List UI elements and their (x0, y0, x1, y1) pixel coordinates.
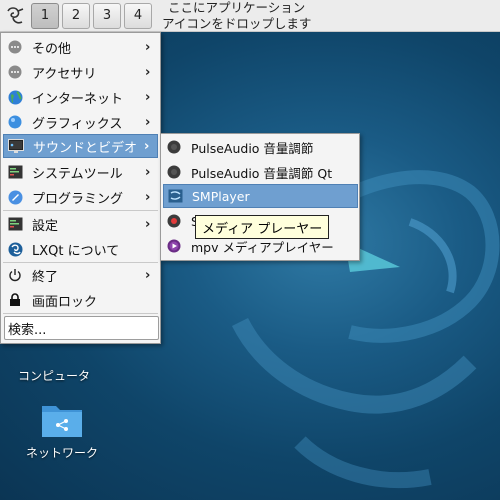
internet-globe-icon (7, 89, 23, 105)
menu-item-other[interactable]: その他 › (3, 35, 158, 59)
drop-hint-line1: ここにアプリケーション (168, 0, 306, 15)
speaker-icon (166, 164, 182, 180)
menu-item-label: サウンドとビデオ (33, 140, 138, 156)
settings-icon (7, 216, 23, 232)
lxqt-logo-icon (7, 241, 23, 257)
accessories-icon (7, 64, 23, 80)
chevron-right-icon: › (145, 114, 151, 130)
menu-item-internet[interactable]: インターネット › (3, 85, 158, 109)
menu-item-label: アクセサリ (32, 66, 97, 82)
desktop-icon-label: ネットワーク (25, 446, 98, 460)
menu-separator (3, 313, 158, 314)
mpv-icon (166, 238, 182, 254)
menu-item-label: プログラミング (32, 191, 124, 207)
menu-item-sound-video[interactable]: サウンドとビデオ › (3, 134, 158, 158)
menu-item-system-tools[interactable]: システムツール › (3, 160, 158, 184)
chevron-right-icon: › (145, 216, 151, 232)
drop-hint-line2: アイコンをドロップします (162, 15, 312, 31)
submenu-item-pulseaudio-volume[interactable]: PulseAudio 音量調節 (163, 135, 358, 159)
desktop-icon-network[interactable]: ネットワーク (17, 402, 107, 461)
lxqt-launcher-icon (7, 6, 24, 24)
menu-item-accessories[interactable]: アクセサリ › (3, 60, 158, 84)
graphics-icon (7, 114, 23, 130)
menu-item-label: LXQt について (32, 243, 120, 259)
system-tools-icon (7, 164, 23, 180)
menu-item-settings[interactable]: 設定 › (3, 212, 158, 236)
menu-item-about-lxqt[interactable]: LXQt について (3, 237, 158, 261)
submenu-item-label: mpv メディアプレイヤー (191, 239, 334, 255)
power-icon (7, 267, 23, 283)
workspace-button-4[interactable]: 4 (124, 2, 152, 29)
submenu-item-label: PulseAudio 音量調節 Qt (191, 165, 333, 181)
menu-item-label: 設定 (32, 218, 59, 234)
workspace-button-1[interactable]: 1 (31, 2, 59, 29)
chevron-right-icon: › (145, 39, 151, 55)
chevron-right-icon: › (145, 64, 151, 80)
menu-item-lock-screen[interactable]: 画面ロック (3, 288, 158, 312)
programming-icon (7, 189, 23, 205)
quicklaunch-drop-area[interactable]: ここにアプリケーション アイコンをドロップします (162, 0, 311, 32)
menu-item-programming[interactable]: プログラミング › (3, 185, 158, 209)
network-folder-icon (41, 402, 83, 438)
smplayer-tooltip: メディア プレーヤー (195, 215, 330, 239)
speaker-icon (166, 139, 182, 155)
desktop-icon-partial-label: コンピュータ (18, 369, 91, 383)
submenu-item-label: PulseAudio 音量調節 (191, 140, 314, 156)
menu-item-leave[interactable]: 終了 › (3, 263, 158, 287)
sound-video-submenu: PulseAudio 音量調節 PulseAudio 音量調節 Qt SMPla… (160, 133, 360, 261)
menu-item-label: システムツール (32, 166, 123, 182)
workspace-button-3[interactable]: 3 (93, 2, 121, 29)
chevron-right-icon: › (144, 138, 150, 154)
submenu-item-label: SMPlayer (192, 188, 250, 204)
menu-separator (3, 210, 158, 211)
multimedia-icon (8, 138, 24, 154)
main-menu-button[interactable] (2, 3, 28, 29)
other-icon (7, 39, 23, 55)
smplayer-icon (167, 188, 183, 204)
menu-item-label: グラフィックス (32, 116, 123, 132)
chevron-right-icon: › (145, 189, 151, 205)
menu-item-label: 終了 (32, 269, 59, 285)
chevron-right-icon: › (145, 267, 151, 283)
chevron-right-icon: › (145, 89, 151, 105)
record-icon (166, 213, 182, 229)
submenu-item-smplayer[interactable]: SMPlayer (163, 184, 358, 208)
chevron-right-icon: › (145, 164, 151, 180)
top-panel: 1 2 3 4 ここにアプリケーション アイコンをドロップします (0, 0, 500, 32)
menu-item-graphics[interactable]: グラフィックス › (3, 110, 158, 134)
menu-search-input[interactable]: 検索... (4, 316, 159, 340)
menu-item-label: 画面ロック (32, 294, 98, 310)
menu-item-label: その他 (32, 41, 72, 57)
submenu-item-pulseaudio-volume-qt[interactable]: PulseAudio 音量調節 Qt (163, 160, 358, 184)
main-menu: その他 › アクセサリ › インターネット › グラフィックス › サウンドとビ… (0, 32, 161, 344)
workspace-button-2[interactable]: 2 (62, 2, 90, 29)
lock-icon (7, 292, 23, 308)
menu-item-label: インターネット (32, 91, 124, 107)
